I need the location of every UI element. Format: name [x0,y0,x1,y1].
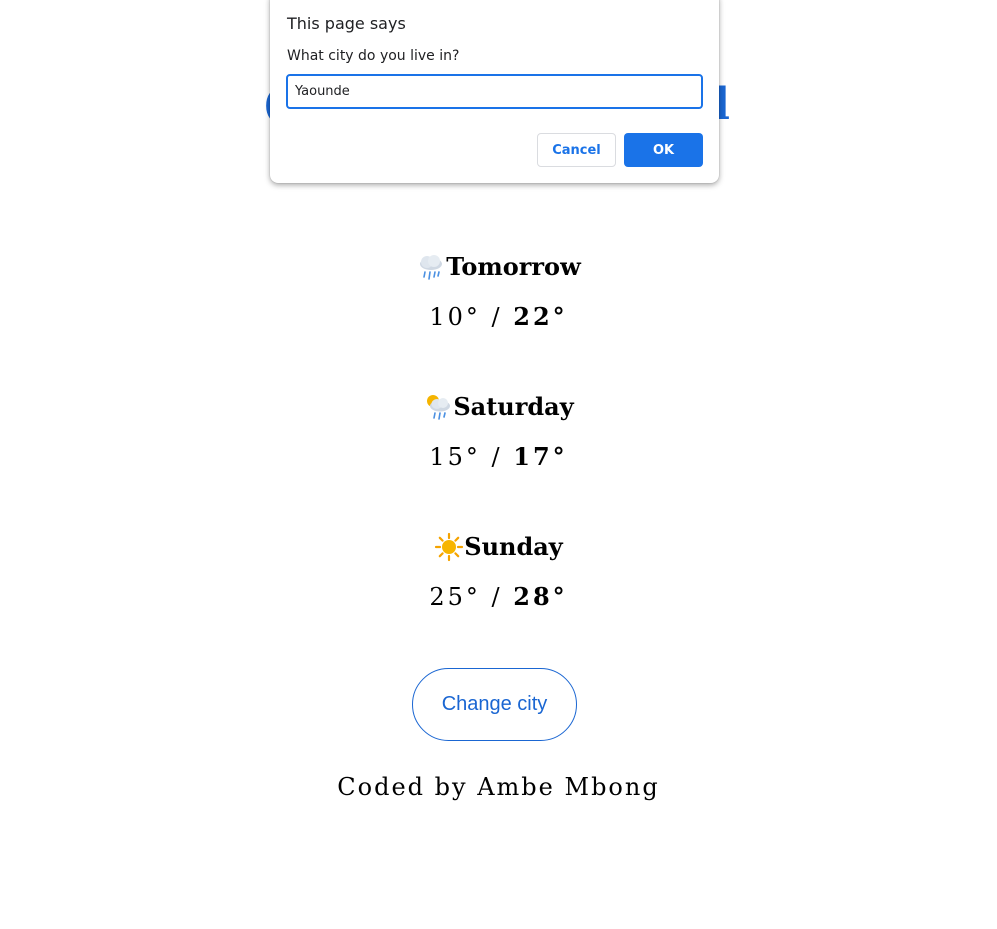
temp-max: 22° [513,302,568,331]
forecast-day-sunday: Sunday 25° / 28° [0,532,997,672]
prompt-dialog: This page says What city do you live in?… [270,0,719,183]
forecast-temps: 10° / 22° [0,302,997,332]
forecast-day-name: Saturday [453,392,574,421]
ok-button[interactable]: OK [624,133,703,167]
temp-separator: / [491,303,503,331]
temp-min: 15° [429,443,481,471]
temp-separator: / [491,583,503,611]
forecast-temps: 25° / 28° [0,582,997,612]
forecast-day-tomorrow: Tomorrow 10° / 22° [0,252,997,392]
forecast-day-header: Saturday [0,392,997,422]
temp-max: 28° [513,582,568,611]
forecast-temps: 15° / 17° [0,442,997,472]
cancel-button[interactable]: Cancel [537,133,616,167]
rain-cloud-icon [420,255,443,280]
forecast-day-name: Tomorrow [446,252,581,281]
credit-text: Coded by Ambe Mbong [337,773,660,801]
temp-max: 17° [513,442,568,471]
dialog-title: This page says [287,14,406,33]
change-city-button[interactable]: Change city [412,668,577,741]
forecast-list: Tomorrow 10° / 22° Saturday 15° / 17° Su… [0,252,997,672]
forecast-day-header: Sunday [0,532,997,562]
forecast-day-name: Sunday [464,532,563,561]
dialog-message: What city do you live in? [287,48,460,64]
sun-icon [435,532,464,562]
sun-behind-rain-cloud-icon [427,395,451,420]
forecast-day-saturday: Saturday 15° / 17° [0,392,997,532]
temp-min: 10° [429,303,481,331]
forecast-day-header: Tomorrow [0,252,997,282]
temp-min: 25° [429,583,481,611]
temp-separator: / [491,443,503,471]
city-input[interactable] [286,74,703,109]
